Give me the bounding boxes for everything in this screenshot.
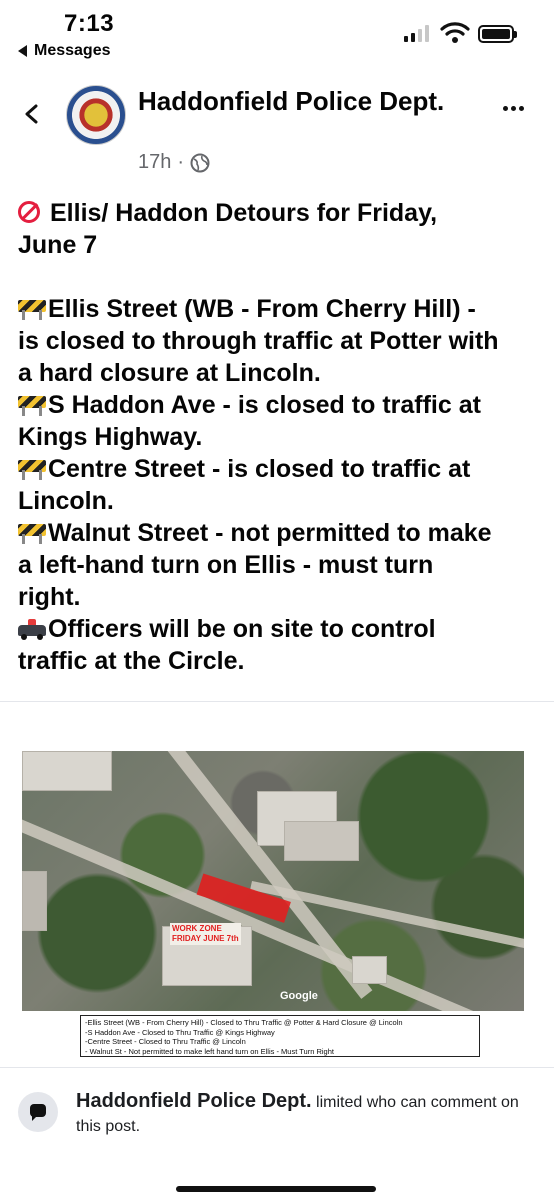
post-line: S Haddon Ave - is closed to traffic at <box>18 389 544 421</box>
globe-icon <box>190 153 210 172</box>
page-avatar[interactable] <box>66 85 126 145</box>
legend-item: -Centre Street - Closed to Thru Traffic … <box>85 1037 246 1046</box>
post-line: traffic at the Circle. <box>18 647 245 675</box>
post-line: a hard closure at Lincoln. <box>18 359 321 387</box>
post-line: Officers will be on site to control <box>18 613 544 645</box>
legend-item: -S Haddon Ave - Closed to Thru Traffic @… <box>85 1027 275 1037</box>
chevron-left-icon[interactable] <box>22 104 42 124</box>
construction-barrier-icon <box>18 520 46 544</box>
post-text: Ellis/ Haddon Detours for Friday, June 7… <box>18 197 544 677</box>
work-zone-label: WORK ZONE FRIDAY JUNE 7th <box>170 923 241 945</box>
restriction-text: Haddonfield Police Dept. limited who can… <box>76 1089 536 1139</box>
status-time: 7:13 <box>64 10 115 37</box>
no-entry-icon <box>18 201 40 223</box>
legend-item: - Walnut St - Not permitted to make left… <box>85 1046 334 1056</box>
post-line: is closed to through traffic at Potter w… <box>18 327 499 355</box>
comment-icon <box>18 1092 58 1132</box>
post-timestamp[interactable]: 17h <box>138 151 171 174</box>
post-line: Ellis/ Haddon Detours for Friday, <box>18 197 544 229</box>
post-line: Lincoln. <box>18 487 114 515</box>
police-car-icon <box>18 618 46 640</box>
legend-item: -Ellis Street (WB - From Cherry Hill) - … <box>85 1018 403 1027</box>
post-header: Haddonfield Police Dept. 17h · <box>0 80 554 180</box>
construction-barrier-icon <box>18 456 46 480</box>
map-credit: Google <box>280 990 318 1002</box>
post-line: Walnut Street - not permitted to make <box>18 517 544 549</box>
back-triangle-icon <box>18 45 27 57</box>
post-line: a left-hand turn on Ellis - must turn <box>18 551 434 579</box>
post-meta: 17h · <box>138 151 210 174</box>
home-indicator[interactable] <box>176 1186 376 1192</box>
post-image[interactable]: WORK ZONE FRIDAY JUNE 7th Google -Ellis … <box>0 701 554 1068</box>
meta-separator: · <box>177 151 185 173</box>
post-line: Ellis Street (WB - From Cherry Hill) - <box>18 293 544 325</box>
aerial-map: WORK ZONE FRIDAY JUNE 7th Google <box>22 751 524 1011</box>
post-line: June 7 <box>18 231 98 259</box>
cellular-signal-icon <box>404 24 429 42</box>
construction-barrier-icon <box>18 296 46 320</box>
construction-barrier-icon <box>18 392 46 416</box>
footer-page-name[interactable]: Haddonfield Police Dept. <box>76 1090 312 1112</box>
post-line: Centre Street - is closed to traffic at <box>18 453 544 485</box>
more-dots-icon[interactable] <box>503 106 524 111</box>
back-to-messages-link[interactable]: Messages <box>18 42 111 60</box>
back-app-label: Messages <box>34 42 111 59</box>
map-legend: -Ellis Street (WB - From Cherry Hill) - … <box>80 1015 480 1057</box>
comment-restriction-notice: Haddonfield Police Dept. limited who can… <box>0 1088 554 1148</box>
page-name[interactable]: Haddonfield Police Dept. <box>138 86 468 117</box>
post-line: right. <box>18 583 81 611</box>
battery-icon <box>478 25 517 43</box>
status-bar: 7:13 Messages <box>0 0 554 64</box>
post-line: Kings Highway. <box>18 423 203 451</box>
wifi-icon <box>440 22 470 43</box>
